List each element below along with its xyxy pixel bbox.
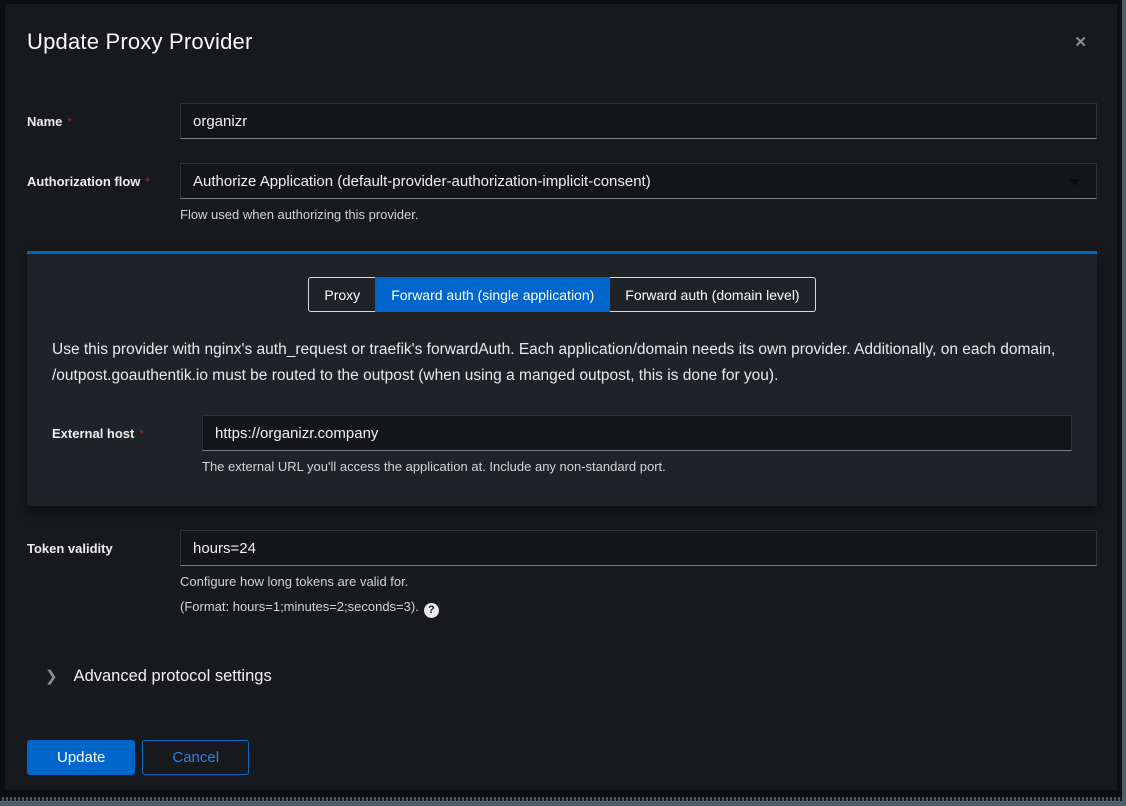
tab-forward-auth-single-application[interactable]: Forward auth (single application) [375,277,610,312]
token-validity-input[interactable] [180,530,1097,566]
proxy-mode-toggle-group: Proxy Forward auth (single application) … [52,277,1072,312]
tab-forward-auth-domain-level[interactable]: Forward auth (domain level) [610,277,815,312]
required-asterisk: * [67,115,72,129]
page-background-right-edge [1122,0,1126,806]
authorization-flow-field: Authorize Application (default-provider-… [180,163,1097,224]
modal-header: Update Proxy Provider ✕ [5,4,1117,55]
token-validity-row: Token validity Configure how long tokens… [27,530,1097,618]
authorization-flow-select[interactable]: Authorize Application (default-provider-… [180,163,1097,199]
help-circle-icon[interactable]: ? [424,603,439,618]
external-host-label: External host* [52,415,202,441]
advanced-protocol-settings-toggle[interactable]: ❯ Advanced protocol settings [27,667,1097,686]
token-validity-field: Configure how long tokens are valid for.… [180,530,1097,618]
required-asterisk: * [145,175,150,189]
mode-description: Use this provider with nginx's auth_requ… [52,337,1072,389]
external-host-row: External host* The external URL you'll a… [52,415,1072,476]
token-validity-label: Token validity [27,530,180,556]
external-host-field: The external URL you'll access the appli… [202,415,1072,476]
page-background-bottom-edge [0,801,1126,806]
authorization-flow-label: Authorization flow* [27,163,180,189]
proxy-mode-card: Proxy Forward auth (single application) … [27,251,1097,506]
cancel-button[interactable]: Cancel [142,740,249,775]
external-host-input[interactable] [202,415,1072,451]
external-host-help: The external URL you'll access the appli… [202,458,1072,476]
token-validity-help-line1: Configure how long tokens are valid for. [180,573,1097,591]
screenshot-frame: Update Proxy Provider ✕ Name* Authorizat… [0,0,1126,806]
name-field-row: Name* [27,103,1097,139]
name-label: Name* [27,103,180,129]
advanced-protocol-settings-label: Advanced protocol settings [74,667,272,686]
authorization-flow-help: Flow used when authorizing this provider… [180,206,1097,224]
update-button[interactable]: Update [27,740,135,775]
modal-title: Update Proxy Provider [27,29,253,55]
tab-proxy[interactable]: Proxy [308,277,375,312]
chevron-right-icon: ❯ [45,669,58,684]
authorization-flow-row: Authorization flow* Authorize Applicatio… [27,163,1097,224]
update-proxy-provider-modal: Update Proxy Provider ✕ Name* Authorizat… [5,4,1117,790]
authorization-flow-selected-value: Authorize Application (default-provider-… [193,173,651,190]
modal-actions: Update Cancel [27,740,1097,775]
name-input[interactable] [180,103,1097,139]
provider-form: Name* Authorization flow* Authorize Appl… [5,103,1117,775]
close-icon[interactable]: ✕ [1066,31,1095,54]
required-asterisk: * [139,427,144,441]
chevron-down-icon [1069,179,1081,186]
token-validity-help-line2: (Format: hours=1;minutes=2;seconds=3).? [180,598,1097,618]
